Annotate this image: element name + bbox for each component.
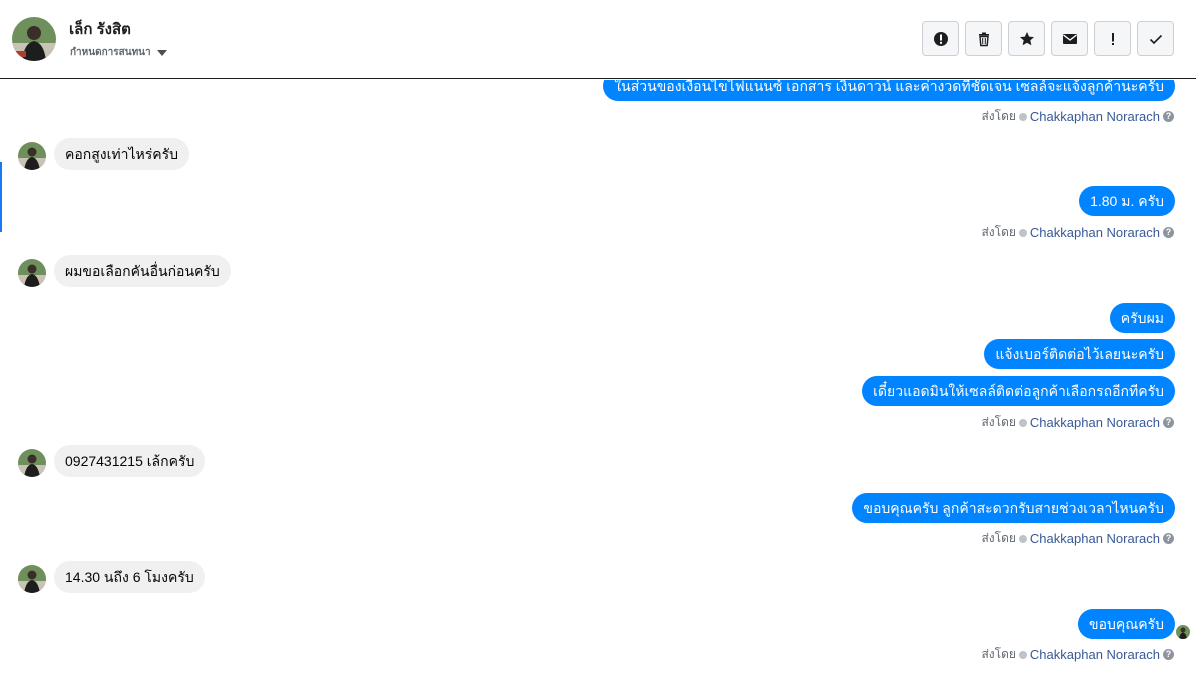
exclamation-icon (1111, 32, 1114, 45)
help-icon[interactable]: ? (1163, 111, 1174, 122)
message-bubble-outgoing[interactable]: ครับผม (1109, 303, 1175, 333)
conversation-header: เล็ก รังสิต กำหนดการสนทนา (0, 0, 1196, 79)
agent-name-link[interactable]: Chakkaphan Norarach (1030, 415, 1160, 430)
trash-icon (978, 32, 989, 46)
message-bubble-outgoing[interactable]: แจ้งเบอร์ติดต่อไว้เลยนะครับ (984, 339, 1175, 369)
message-bubble-outgoing[interactable]: 1.80 ม. ครับ (1079, 186, 1175, 216)
sent-by-prefix: ส่งโดย (981, 415, 1016, 429)
caret-down-icon (156, 49, 167, 56)
sent-by-prefix: ส่งโดย (981, 531, 1016, 545)
sent-by-prefix: ส่งโดย (981, 109, 1016, 123)
envelope-icon (1062, 33, 1077, 44)
agent-name-link[interactable]: Chakkaphan Norarach (1030, 109, 1160, 124)
customer-avatar-small (18, 565, 46, 593)
message-bubble-incoming[interactable]: 0927431215 เล้กครับ (54, 445, 206, 477)
message-bubble-outgoing[interactable]: ในส่วนของเงื่อนไขไฟแนนซ์ เอกสาร เงินดาวน… (603, 80, 1175, 101)
sent-by-line: ส่งโดย Chakkaphan Norarach ? (981, 223, 1174, 242)
customer-avatar[interactable] (12, 17, 56, 61)
star-icon (1019, 31, 1034, 45)
mark-spam-button[interactable] (922, 21, 959, 56)
sent-by-line: ส่งโดย Chakkaphan Norarach ? (981, 645, 1174, 664)
mark-unread-button[interactable] (1051, 21, 1088, 56)
customer-name: เล็ก รังสิต (69, 21, 131, 38)
message-bubble-incoming[interactable]: คอกสูงเท่าไหร่ครับ (54, 138, 190, 170)
message-bubble-incoming[interactable]: ผมขอเลือกคันอื่นก่อนครับ (54, 255, 231, 287)
alert-circle-icon (933, 31, 948, 46)
sent-by-prefix: ส่งโดย (981, 225, 1016, 239)
message-bubble-outgoing[interactable]: ขอบคุณครับ ลูกค้าสะดวกรับสายช่วงเวลาไหนค… (852, 493, 1175, 523)
sent-by-line: ส่งโดย Chakkaphan Norarach ? (981, 107, 1174, 126)
message-bubble-incoming[interactable]: 14.30 นถึง 6 โมงครับ (54, 561, 205, 593)
customer-avatar-small (18, 142, 46, 170)
message-thread[interactable]: ในส่วนของเงื่อนไขไฟแนนซ์ เอกสาร เงินดาวน… (0, 80, 1196, 693)
verified-icon (1018, 534, 1027, 543)
help-icon[interactable]: ? (1163, 227, 1174, 238)
sent-by-line: ส่งโดย Chakkaphan Norarach ? (981, 413, 1174, 432)
agent-name-link[interactable]: Chakkaphan Norarach (1030, 647, 1160, 662)
help-icon[interactable]: ? (1163, 649, 1174, 660)
seen-indicator-avatar (1176, 625, 1190, 639)
conversation-status-dropdown[interactable]: กำหนดการสนทนา (70, 45, 167, 60)
verified-icon (1018, 112, 1027, 121)
verified-icon (1018, 418, 1027, 427)
help-icon[interactable]: ? (1163, 417, 1174, 428)
star-button[interactable] (1008, 21, 1045, 56)
verified-icon (1018, 650, 1027, 659)
header-actions (922, 21, 1174, 56)
agent-name-link[interactable]: Chakkaphan Norarach (1030, 225, 1160, 240)
sent-by-line: ส่งโดย Chakkaphan Norarach ? (981, 529, 1174, 548)
follow-up-button[interactable] (1094, 21, 1131, 56)
help-icon[interactable]: ? (1163, 533, 1174, 544)
check-icon (1149, 34, 1162, 44)
agent-name-link[interactable]: Chakkaphan Norarach (1030, 531, 1160, 546)
conversation-status-label: กำหนดการสนทนา (70, 47, 151, 58)
customer-avatar-small (18, 259, 46, 287)
message-bubble-outgoing[interactable]: ขอบคุณครับ (1078, 609, 1175, 639)
message-bubble-outgoing[interactable]: เดี๋ยวแอดมินให้เซลล์ติดต่อลูกค้าเลือกรถอ… (862, 376, 1175, 406)
sent-by-prefix: ส่งโดย (981, 647, 1016, 661)
delete-button[interactable] (965, 21, 1002, 56)
verified-icon (1018, 228, 1027, 237)
mark-done-button[interactable] (1137, 21, 1174, 56)
customer-avatar-small (18, 449, 46, 477)
